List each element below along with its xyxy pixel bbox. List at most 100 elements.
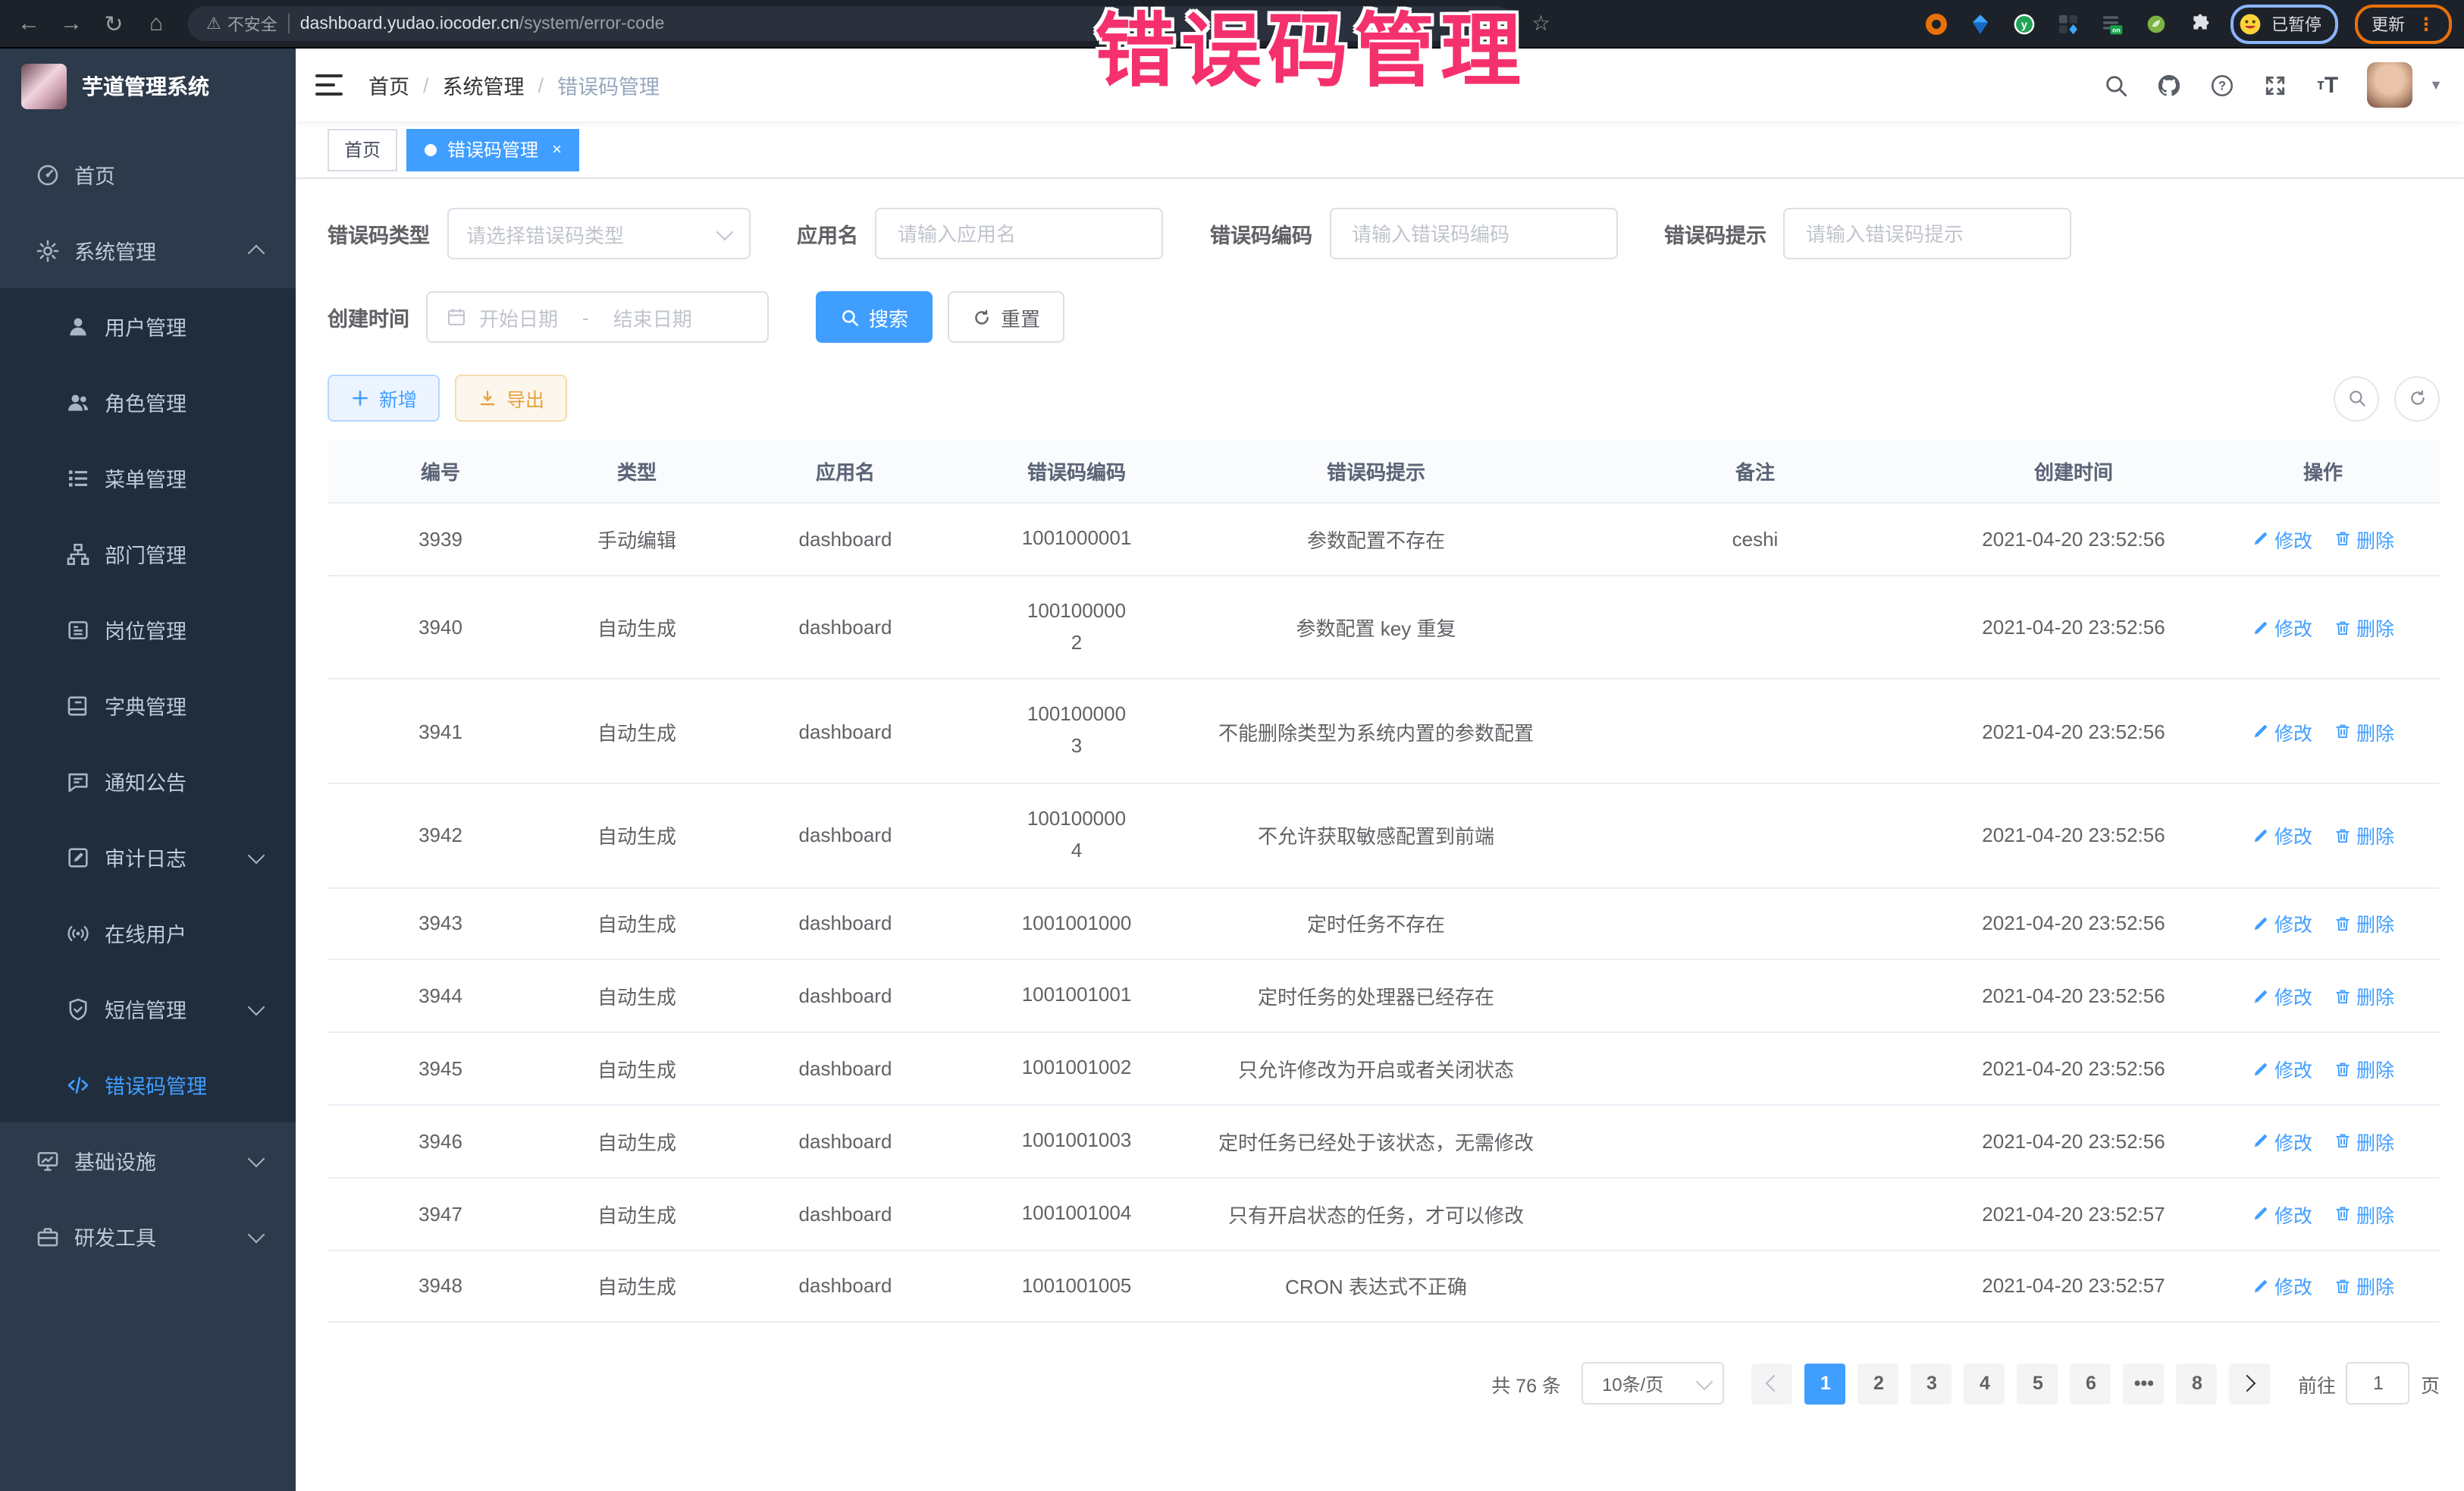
error-code-input[interactable] [1349,221,1597,246]
edit-row-link[interactable]: 修改 [2252,1127,2312,1156]
next-page-button[interactable] [2230,1364,2271,1405]
edit-row-link[interactable]: 修改 [2252,525,2312,554]
app-name-input[interactable] [895,221,1143,246]
delete-row-link[interactable]: 删除 [2334,909,2394,938]
sidebar-item-字典管理[interactable]: 字典管理 [0,667,296,743]
reset-button[interactable]: 重置 [948,291,1064,343]
delete-row-link[interactable]: 删除 [2334,1199,2394,1228]
app-logo[interactable]: 芋道管理系统 [0,49,296,124]
sidebar-item-用户管理[interactable]: 用户管理 [0,288,296,364]
more-pages-icon[interactable]: ••• [2124,1364,2165,1405]
page-size-select[interactable]: 10条/页 [1582,1363,1725,1405]
close-icon[interactable]: × [552,140,562,159]
sidebar-item-岗位管理[interactable]: 岗位管理 [0,592,296,667]
list-on-extension-icon[interactable]: on [2099,10,2126,37]
page-button-4[interactable]: 4 [1964,1364,2005,1405]
delete-row-link[interactable]: 删除 [2334,525,2394,554]
error-type-select[interactable]: 请选择错误码类型 [447,208,750,259]
delete-row-link[interactable]: 删除 [2334,821,2394,850]
tab-错误码管理[interactable]: 错误码管理× [406,128,580,171]
row-time: 2021-04-20 23:52:56 [1941,1032,2206,1105]
home-icon[interactable]: ⌂ [140,7,173,40]
green-leaf-extension-icon[interactable] [2143,10,2170,37]
column-header-错误码编码: 错误码编码 [970,440,1183,503]
refresh-table-icon-button[interactable] [2394,375,2440,421]
page-button-2[interactable]: 2 [1858,1364,1899,1405]
page-button-1[interactable]: 1 [1805,1364,1846,1405]
trash-icon [2334,530,2352,548]
forward-icon[interactable]: → [55,7,88,40]
edit-row-link[interactable]: 修改 [2252,821,2312,850]
delete-row-link[interactable]: 删除 [2334,1127,2394,1156]
fullscreen-icon[interactable] [2261,71,2288,99]
question-icon[interactable]: ? [2208,71,2235,99]
sidebar-item-系统管理[interactable]: 系统管理 [0,212,296,288]
blue-gem-extension-icon[interactable] [1967,10,1994,37]
edit-row-link[interactable]: 修改 [2252,1272,2312,1301]
page-button-3[interactable]: 3 [1911,1364,1952,1405]
edit-row-link[interactable]: 修改 [2252,982,2312,1011]
edit-row-link[interactable]: 修改 [2252,1199,2312,1228]
bookmark-star-icon[interactable]: ☆ [1531,11,1550,36]
prev-page-button[interactable] [1752,1364,1793,1405]
delete-row-link[interactable]: 删除 [2334,982,2394,1011]
back-icon[interactable]: ← [12,7,45,40]
sidebar-item-错误码管理[interactable]: 错误码管理 [0,1047,296,1122]
caret-down-icon[interactable]: ▼ [2429,77,2443,93]
error-hint-input[interactable] [1803,221,2052,246]
row-hint: 定时任务不存在 [1183,887,1569,960]
sidebar-item-首页[interactable]: 首页 [0,137,296,212]
page-button-5[interactable]: 5 [2017,1364,2058,1405]
table-row: 3943自动生成dashboard1001001000定时任务不存在2021-0… [328,887,2440,960]
delete-row-link[interactable]: 删除 [2334,717,2394,746]
date-range-picker[interactable]: 开始日期 - 结束日期 [426,291,769,343]
browser-profile-chip[interactable]: 已暂停 [2230,4,2338,43]
sidebar-item-审计日志[interactable]: 审计日志 [0,819,296,895]
collapse-sidebar-icon[interactable] [315,74,343,96]
delete-row-link[interactable]: 删除 [2334,613,2394,642]
row-time: 2021-04-20 23:52:56 [1941,783,2206,887]
delete-row-link[interactable]: 删除 [2334,1054,2394,1083]
breadcrumb-item[interactable]: 首页 [368,70,409,100]
show-search-icon-button[interactable] [2334,375,2379,421]
row-app: dashboard [720,887,970,960]
sidebar-item-菜单管理[interactable]: 菜单管理 [0,440,296,516]
edit-icon [2252,1277,2270,1295]
export-button[interactable]: 导出 [455,375,567,422]
font-size-icon[interactable]: тT [2314,71,2341,99]
github-icon[interactable] [2155,71,2182,99]
goto-page-input[interactable] [2346,1363,2410,1405]
security-warning[interactable]: ⚠不安全 [206,11,277,36]
delete-row-link[interactable]: 删除 [2334,1272,2394,1301]
dictionary-icon [65,692,91,718]
plus-icon [350,388,370,408]
sidebar-item-短信管理[interactable]: 短信管理 [0,971,296,1047]
tab-首页[interactable]: 首页 [328,128,397,171]
sidebar-item-角色管理[interactable]: 角色管理 [0,364,296,440]
search-icon[interactable] [2102,71,2129,99]
orange-donut-extension-icon[interactable] [1923,10,1950,37]
puzzle-extensions-icon[interactable] [2187,10,2214,37]
page-button-8[interactable]: 8 [2177,1364,2218,1405]
address-bar[interactable]: ⚠不安全 dashboard.yudao.iocoder.cn/system/e… [188,6,1513,41]
breadcrumb-item[interactable]: 系统管理 [443,70,525,100]
kebab-menu-icon[interactable]: ⋮ [2417,13,2435,34]
user-avatar[interactable] [2367,62,2412,108]
green-y-extension-icon[interactable]: y [2011,10,2038,37]
sidebar-item-在线用户[interactable]: 在线用户 [0,895,296,971]
edit-row-link[interactable]: 修改 [2252,613,2312,642]
edit-row-link[interactable]: 修改 [2252,909,2312,938]
browser-update-button[interactable]: 更新 ⋮ [2355,4,2452,43]
reload-icon[interactable]: ↻ [97,7,130,40]
sidebar-item-基础设施[interactable]: 基础设施 [0,1122,296,1198]
sidebar-item-部门管理[interactable]: 部门管理 [0,516,296,592]
search-button[interactable]: 搜索 [816,291,933,343]
sidebar-item-研发工具[interactable]: 研发工具 [0,1198,296,1274]
edit-row-link[interactable]: 修改 [2252,717,2312,746]
add-button[interactable]: 新增 [328,375,440,422]
edit-row-link[interactable]: 修改 [2252,1054,2312,1083]
grid-extension-icon[interactable] [2055,10,2082,37]
page-button-6[interactable]: 6 [2071,1364,2111,1405]
row-actions: 修改删除 [2206,1032,2440,1105]
sidebar-item-通知公告[interactable]: 通知公告 [0,743,296,819]
